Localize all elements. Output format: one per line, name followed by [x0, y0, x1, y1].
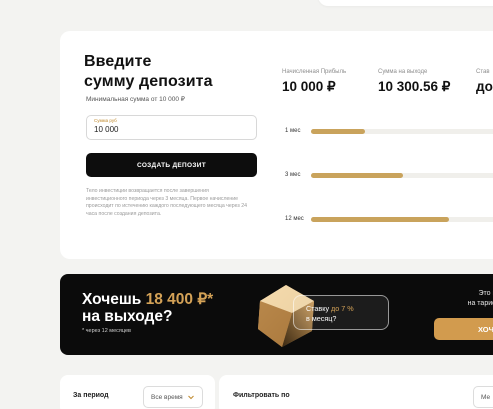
rate-pill: Ставку до 7 % в месяц?	[293, 295, 389, 330]
period-select-value: Все время	[151, 394, 183, 401]
deposit-terms-text: Тело инвестиции возвращается после завер…	[86, 188, 247, 217]
profit-bar-row: 12 мес	[285, 216, 493, 224]
period-select[interactable]: Все время	[143, 386, 203, 408]
filter-card: Фильтровать по Ме	[219, 375, 493, 409]
chevron-down-icon	[188, 395, 194, 400]
period-label: За период	[73, 392, 109, 399]
filter-select-value: Ме	[481, 394, 491, 401]
create-deposit-button[interactable]: СОЗДАТЬ ДЕПОЗИТ	[86, 153, 257, 177]
promo-banner: Хочешь 18 400 ₽* на выходе? * через 12 м…	[60, 274, 493, 355]
bar-label: 12 мес	[285, 216, 304, 222]
stat-output-amount: Сумма на выходе 10 300.56 ₽	[378, 69, 450, 95]
promo-cta-button[interactable]: ХОЧ	[434, 318, 493, 340]
profit-bar-row: 3 мес	[285, 172, 493, 180]
stat-value: 10 000 ₽	[282, 79, 336, 94]
filter-label: Фильтровать по	[233, 392, 290, 399]
amount-field-label: Сумма руб	[94, 118, 117, 123]
stat-accrued-profit: Начисленная Прибыль 10 000 ₽	[282, 69, 346, 95]
top-card-stub	[318, 0, 493, 6]
bar-label: 3 мес	[285, 172, 301, 178]
bar-track	[311, 173, 493, 178]
rate-value: до 7 %	[331, 304, 354, 313]
deposit-calculator-card: Введите сумму депозита Минимальная сумма…	[60, 31, 493, 259]
bar-label: 1 мес	[285, 128, 301, 134]
bar-track	[311, 217, 493, 222]
deposit-title: Введите сумму депозита	[84, 53, 213, 90]
bar-fill	[311, 129, 365, 134]
bar-fill	[311, 173, 403, 178]
rate-text: Ставку до 7 % в месяц?	[306, 304, 354, 324]
bar-fill	[311, 217, 449, 222]
promo-offer-text: Это возм на тарифе Z	[428, 289, 493, 309]
amount-field[interactable]: Сумма руб	[86, 115, 257, 140]
promo-title-prefix: Хочешь	[82, 291, 142, 308]
promo-title-amount: 18 400 ₽*	[145, 291, 214, 308]
profit-bar-row: 1 мес	[285, 128, 493, 136]
rate-suffix: в месяц?	[306, 314, 337, 323]
stat-label: Став	[476, 69, 490, 75]
stat-rate: Став до	[476, 69, 493, 94]
min-amount-hint: Минимальная сумма от 10 000 ₽	[86, 96, 185, 103]
promo-offer-line: на тарифе Z	[467, 300, 493, 307]
rate-prefix: Ставку	[306, 304, 330, 313]
period-filter-card: За период Все время	[60, 375, 215, 409]
stat-value: 10 300.56 ₽	[378, 79, 451, 94]
promo-title-suffix: на выходе?	[82, 308, 173, 325]
amount-input[interactable]	[94, 125, 244, 134]
promo-title: Хочешь 18 400 ₽* на выходе?	[82, 291, 213, 325]
filter-select[interactable]: Ме	[473, 386, 493, 408]
bar-track	[311, 129, 493, 134]
stat-value: до	[476, 79, 493, 94]
stat-label: Сумма на выходе	[378, 69, 428, 75]
promo-footnote: * через 12 месяцев	[82, 328, 131, 334]
promo-offer-line: Это возм	[478, 290, 493, 297]
stat-label: Начисленная Прибыль	[282, 69, 347, 75]
